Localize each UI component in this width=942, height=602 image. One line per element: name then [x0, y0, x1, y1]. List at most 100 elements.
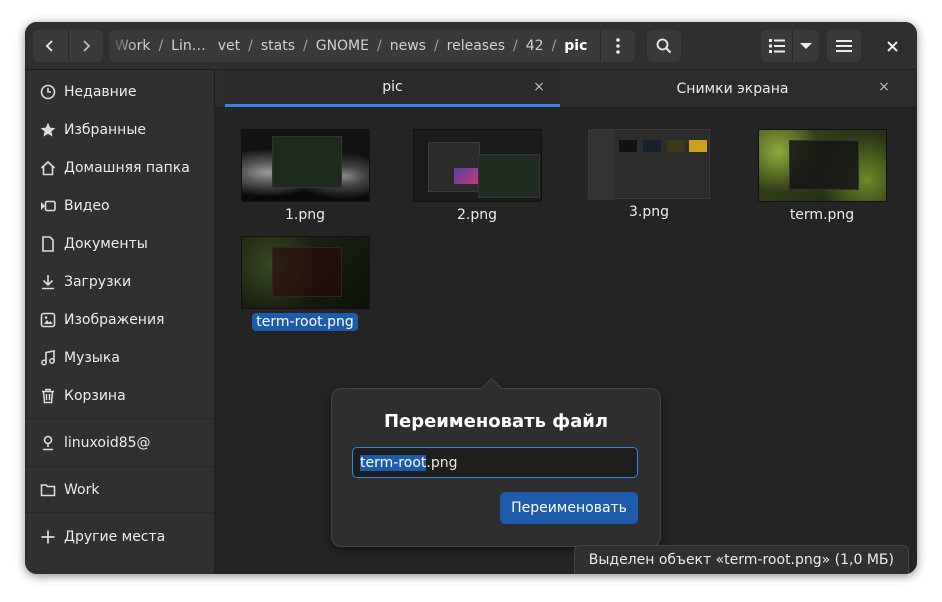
sidebar-item-home[interactable]: Домашняя папка [25, 149, 214, 187]
thumbnail-image [240, 236, 370, 309]
rename-popover: Переименовать файл term-root .png Переиме… [331, 377, 661, 547]
path-segment-pic[interactable]: pic [558, 38, 593, 54]
trash-icon [39, 387, 57, 405]
view-options-button[interactable] [792, 30, 819, 62]
sidebar-divider [25, 466, 214, 467]
file-item-1-png[interactable]: 1.png [225, 129, 385, 224]
header-bar: Work / Lin… vet / stats / GNOME / news /… [25, 22, 917, 70]
path-separator: / [433, 38, 439, 54]
document-icon [39, 235, 57, 253]
sidebar-item-pictures[interactable]: Изображения [25, 301, 214, 339]
sidebar-item-label: Музыка [64, 350, 120, 366]
sidebar: Недавние Избранные Домашняя папка Видео … [25, 70, 215, 574]
popover-arrow [480, 377, 503, 400]
kebab-menu-icon [616, 38, 620, 54]
path-menu-button[interactable] [600, 30, 635, 62]
sidebar-item-recent[interactable]: Недавние [25, 73, 214, 111]
sidebar-item-label: linuxoid85@ [64, 435, 151, 451]
sidebar-item-work[interactable]: Work [25, 471, 214, 509]
path-fade [109, 30, 137, 62]
star-icon [39, 121, 57, 139]
forward-button[interactable] [67, 30, 104, 62]
tab-screenshots[interactable]: Снимки экрана × [560, 70, 905, 107]
path-segment-news[interactable]: news [384, 38, 432, 54]
list-view-button[interactable] [761, 30, 792, 62]
back-button[interactable] [33, 30, 68, 62]
file-name: 1.png [284, 207, 325, 223]
window-close-button[interactable] [875, 30, 909, 62]
sidebar-item-label: Загрузки [64, 274, 132, 290]
download-icon [39, 273, 57, 291]
home-icon [39, 159, 57, 177]
chevron-right-icon [83, 40, 91, 52]
sidebar-item-label: Избранные [64, 122, 146, 138]
file-item-term-root-png[interactable]: term-root.png [225, 236, 385, 331]
chevron-left-icon [45, 40, 53, 52]
path-separator: / [303, 38, 308, 54]
close-icon [886, 40, 898, 52]
thumbnail-image [412, 129, 542, 202]
path-segment-stats[interactable]: stats [255, 38, 301, 54]
path-separator: / [158, 38, 164, 54]
video-icon [39, 197, 57, 215]
sidebar-item-documents[interactable]: Документы [25, 225, 214, 263]
sidebar-item-music[interactable]: Музыка [25, 339, 214, 377]
tab-bar: pic × Снимки экрана × [215, 70, 917, 108]
navigation-buttons [33, 30, 103, 62]
image-icon [39, 311, 57, 329]
sidebar-divider [25, 418, 214, 419]
tab-label: Снимки экрана [676, 80, 789, 97]
main-menu-button[interactable] [827, 30, 861, 62]
tab-pic[interactable]: pic × [225, 70, 560, 107]
thumbnail-image [588, 129, 710, 200]
file-name: 3.png [628, 204, 669, 220]
rename-filename-input[interactable]: term-root .png [352, 447, 638, 478]
sidebar-divider [25, 512, 214, 513]
plus-icon [39, 528, 57, 546]
sidebar-item-label: Недавние [64, 84, 137, 100]
thumbnail-image [757, 129, 887, 202]
file-item-2-png[interactable]: 2.png [397, 129, 557, 224]
path-segment-gnome[interactable]: GNOME [310, 38, 375, 54]
path-separator: / [551, 38, 557, 54]
thumbnail-image [240, 129, 370, 202]
sidebar-item-label: Документы [64, 236, 148, 252]
list-view-icon [768, 39, 785, 53]
sidebar-item-label: Другие места [64, 529, 166, 545]
file-item-term-png[interactable]: term.png [742, 129, 902, 224]
file-item-3-png[interactable]: 3.png [569, 129, 729, 221]
path-segment-lin[interactable]: Lin… [165, 38, 212, 54]
sidebar-item-videos[interactable]: Видео [25, 187, 214, 225]
hamburger-menu-icon [836, 40, 852, 52]
sidebar-item-trash[interactable]: Корзина [25, 377, 214, 415]
file-name: 2.png [456, 207, 497, 223]
user-icon [39, 434, 57, 452]
path-segment-vet[interactable]: vet [212, 38, 246, 54]
folder-icon [39, 481, 57, 499]
search-icon [656, 38, 672, 54]
sidebar-item-label: Видео [64, 198, 110, 214]
path-separator: / [513, 38, 518, 54]
tab-close-icon[interactable]: × [877, 80, 891, 94]
sidebar-item-other-locations[interactable]: Другие места [25, 518, 214, 556]
sidebar-item-user[interactable]: linuxoid85@ [25, 424, 214, 462]
file-manager-window: Work / Lin… vet / stats / GNOME / news /… [25, 22, 917, 574]
sidebar-item-starred[interactable]: Избранные [25, 111, 214, 149]
rename-dialog-title: Переименовать файл [383, 411, 609, 432]
view-toggle-group [761, 30, 819, 62]
tab-close-icon[interactable]: × [532, 80, 546, 94]
rename-button[interactable]: Переименовать [500, 492, 638, 524]
dropdown-arrow-icon [800, 43, 813, 49]
sidebar-item-label: Корзина [64, 388, 126, 404]
music-icon [39, 349, 57, 367]
file-name: term.png [789, 207, 855, 223]
path-bar: Work / Lin… vet / stats / GNOME / news /… [109, 30, 635, 62]
input-extension-text: .png [426, 454, 458, 471]
clock-icon [39, 83, 57, 101]
path-separator: / [248, 38, 253, 54]
search-button[interactable] [647, 30, 681, 62]
file-name: term-root.png [252, 313, 358, 331]
sidebar-item-downloads[interactable]: Загрузки [25, 263, 214, 301]
path-segment-releases[interactable]: releases [441, 38, 511, 54]
path-segment-42[interactable]: 42 [520, 38, 550, 54]
